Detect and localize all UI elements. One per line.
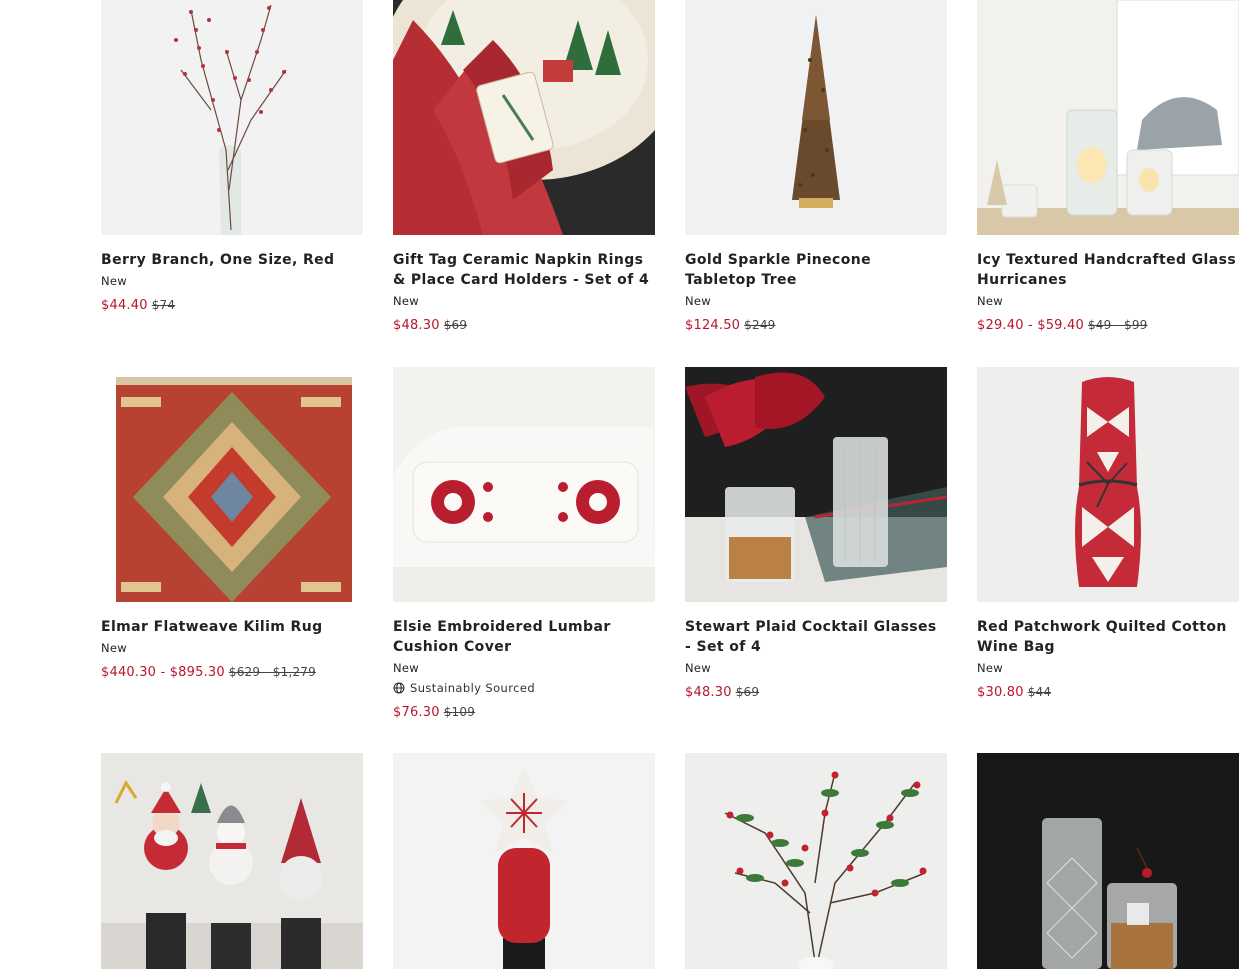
sale-price: $48.30 bbox=[393, 318, 440, 333]
product-card[interactable] bbox=[977, 753, 1239, 969]
product-card[interactable]: Gift Tag Ceramic Napkin Rings & Place Ca… bbox=[393, 0, 655, 336]
original-price: $74 bbox=[151, 298, 176, 312]
product-name[interactable]: Icy Textured Handcrafted Glass Hurricane… bbox=[977, 250, 1239, 290]
new-badge: New bbox=[977, 294, 1003, 308]
product-name[interactable]: Gold Sparkle Pinecone Tabletop Tree bbox=[685, 250, 947, 290]
product-image[interactable] bbox=[393, 0, 655, 235]
new-badge: New bbox=[101, 641, 127, 655]
sale-price: $29.40 - $59.40 bbox=[977, 318, 1084, 333]
sale-price: $76.30 bbox=[393, 705, 440, 720]
product-card[interactable]: Icy Textured Handcrafted Glass Hurricane… bbox=[977, 0, 1239, 336]
new-badge: New bbox=[685, 661, 711, 675]
original-price: $109 bbox=[443, 705, 476, 719]
sale-price: $48.30 bbox=[685, 685, 732, 700]
new-badge: New bbox=[101, 274, 127, 288]
product-image[interactable] bbox=[393, 367, 655, 602]
product-image[interactable] bbox=[685, 753, 947, 969]
original-price: $629 - $1,279 bbox=[228, 665, 316, 679]
price: $48.30 $69 bbox=[393, 315, 655, 336]
product-card[interactable] bbox=[393, 753, 655, 969]
product-card[interactable]: Gold Sparkle Pinecone Tabletop Tree New … bbox=[685, 0, 947, 336]
sale-price: $124.50 bbox=[685, 318, 741, 333]
original-price: $49 - $99 bbox=[1087, 318, 1148, 332]
product-image[interactable] bbox=[977, 753, 1239, 969]
product-image[interactable] bbox=[101, 367, 363, 602]
price: $29.40 - $59.40 $49 - $99 bbox=[977, 315, 1239, 336]
product-name[interactable]: Stewart Plaid Cocktail Glasses - Set of … bbox=[685, 617, 947, 657]
original-price: $249 bbox=[744, 318, 776, 332]
price: $440.30 - $895.30 $629 - $1,279 bbox=[101, 662, 363, 683]
product-card[interactable]: Berry Branch, One Size, Red New $44.40 $7… bbox=[101, 0, 363, 316]
product-image[interactable] bbox=[685, 0, 947, 235]
price: $44.40 $74 bbox=[101, 295, 363, 316]
original-price: $44 bbox=[1027, 685, 1052, 699]
product-image[interactable] bbox=[101, 753, 363, 969]
sustainability-label: Sustainably Sourced bbox=[410, 681, 536, 695]
original-price: $69 bbox=[735, 685, 760, 699]
price: $76.30 $109 bbox=[393, 702, 655, 723]
new-badge: New bbox=[393, 294, 419, 308]
product-name[interactable]: Berry Branch, One Size, Red bbox=[101, 250, 363, 270]
product-image[interactable] bbox=[393, 753, 655, 969]
product-card[interactable] bbox=[685, 753, 947, 969]
product-card[interactable]: Elmar Flatweave Kilim Rug New $440.30 - … bbox=[101, 367, 363, 683]
product-card[interactable]: Red Patchwork Quilted Cotton Wine Bag Ne… bbox=[977, 367, 1239, 703]
product-image[interactable] bbox=[685, 367, 947, 602]
product-name[interactable]: Elsie Embroidered Lumbar Cushion Cover bbox=[393, 617, 655, 657]
sale-price: $44.40 bbox=[101, 298, 148, 313]
new-badge: New bbox=[977, 661, 1003, 675]
product-image[interactable] bbox=[977, 367, 1239, 602]
product-image[interactable] bbox=[101, 0, 363, 235]
sale-price: $440.30 - $895.30 bbox=[101, 665, 225, 680]
price: $30.80 $44 bbox=[977, 682, 1239, 703]
product-name[interactable]: Gift Tag Ceramic Napkin Rings & Place Ca… bbox=[393, 250, 655, 290]
globe-icon bbox=[393, 682, 405, 694]
price: $124.50 $249 bbox=[685, 315, 947, 336]
product-card[interactable]: Elsie Embroidered Lumbar Cushion Cover N… bbox=[393, 367, 655, 723]
product-image[interactable] bbox=[977, 0, 1239, 235]
sustainability-tag: Sustainably Sourced bbox=[393, 679, 655, 697]
price: $48.30 $69 bbox=[685, 682, 947, 703]
original-price: $69 bbox=[443, 318, 468, 332]
product-name[interactable]: Elmar Flatweave Kilim Rug bbox=[101, 617, 363, 637]
new-badge: New bbox=[393, 661, 419, 675]
sale-price: $30.80 bbox=[977, 685, 1024, 700]
new-badge: New bbox=[685, 294, 711, 308]
product-name[interactable]: Red Patchwork Quilted Cotton Wine Bag bbox=[977, 617, 1239, 657]
product-card[interactable] bbox=[101, 753, 363, 969]
product-card[interactable]: Stewart Plaid Cocktail Glasses - Set of … bbox=[685, 367, 947, 703]
